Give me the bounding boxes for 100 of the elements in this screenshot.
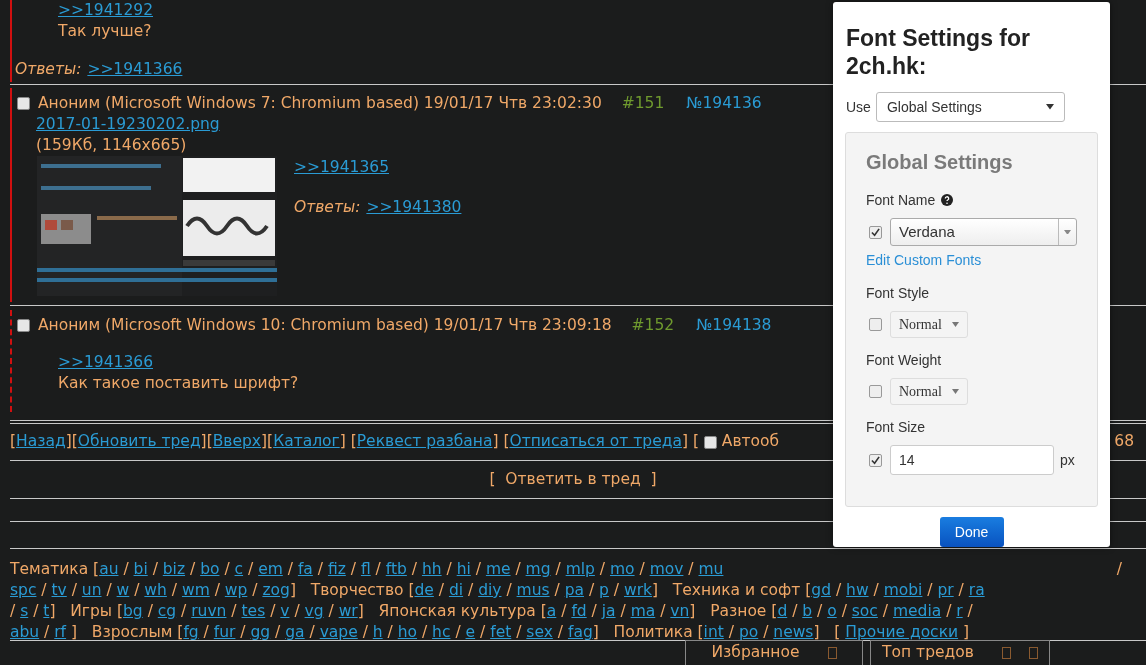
link[interactable]: v: [280, 601, 290, 622]
link[interactable]: vape: [319, 622, 358, 643]
post-id-link[interactable]: №194138: [696, 313, 772, 338]
font-size-input[interactable]: 14: [890, 445, 1054, 475]
link[interactable]: zog: [262, 580, 290, 601]
link[interactable]: gg: [250, 622, 271, 643]
checkbox[interactable]: [869, 225, 882, 239]
link[interactable]: ja: [601, 601, 616, 622]
link[interactable]: biz: [162, 559, 186, 580]
link[interactable]: wrk: [624, 580, 653, 601]
link[interactable]: fet: [490, 622, 512, 643]
link[interactable]: pa: [564, 580, 584, 601]
link[interactable]: d: [777, 601, 788, 622]
link[interactable]: po: [738, 622, 759, 643]
link[interactable]: p: [599, 580, 609, 601]
font-select[interactable]: Normal: [890, 378, 968, 405]
link[interactable]: fl: [360, 559, 371, 580]
link[interactable]: fd: [571, 601, 587, 622]
link[interactable]: de: [414, 580, 434, 601]
link[interactable]: o: [827, 601, 837, 622]
link[interactable]: fa: [297, 559, 313, 580]
link[interactable]: fg: [183, 622, 199, 643]
edit-fonts-link[interactable]: Edit Custom Fonts: [866, 250, 982, 271]
post-id-link[interactable]: №194136: [686, 91, 762, 116]
checkbox[interactable]: [869, 385, 882, 398]
quote-link[interactable]: >>1941365: [294, 157, 389, 178]
link[interactable]: vn: [670, 601, 690, 622]
link[interactable]: gd: [811, 580, 831, 601]
link[interactable]: fiz: [327, 559, 346, 580]
link[interactable]: s: [20, 601, 29, 622]
link[interactable]: mu: [698, 559, 724, 580]
link[interactable]: t: [43, 601, 50, 622]
done-button[interactable]: Done: [939, 517, 1004, 547]
square-icon[interactable]: [1028, 647, 1038, 659]
link[interactable]: ruvn: [191, 601, 227, 622]
link[interactable]: Реквест разбана: [356, 430, 493, 454]
link[interactable]: tes: [241, 601, 266, 622]
link[interactable]: tv: [51, 580, 67, 601]
link[interactable]: bi: [133, 559, 148, 580]
link[interactable]: mg: [525, 559, 551, 580]
link[interactable]: bo: [200, 559, 220, 580]
link[interactable]: media: [892, 601, 942, 622]
link[interactable]: mo: [609, 559, 635, 580]
checkbox[interactable]: [869, 453, 882, 467]
link[interactable]: hc: [432, 622, 451, 643]
link[interactable]: un: [81, 580, 102, 601]
link[interactable]: wr: [338, 601, 358, 622]
link[interactable]: mobi: [883, 580, 923, 601]
link[interactable]: ra: [968, 580, 985, 601]
link[interactable]: wh: [144, 580, 167, 601]
bottom-tab[interactable]: Избранное: [685, 640, 863, 665]
link[interactable]: sex: [526, 622, 553, 643]
link[interactable]: wp: [224, 580, 248, 601]
quote-link[interactable]: >>1941366: [58, 352, 153, 373]
link[interactable]: ga: [285, 622, 305, 643]
link[interactable]: a: [546, 601, 557, 622]
link[interactable]: au: [99, 559, 119, 580]
link[interactable]: Обновить тред: [77, 430, 201, 454]
link[interactable]: fag: [567, 622, 593, 643]
quote-link[interactable]: >>1941292: [58, 0, 153, 21]
link[interactable]: mov: [649, 559, 684, 580]
link[interactable]: mus: [516, 580, 550, 601]
link[interactable]: di: [448, 580, 464, 601]
link[interactable]: hw: [846, 580, 869, 601]
link[interactable]: cg: [157, 601, 177, 622]
link[interactable]: Прочие доски: [845, 622, 959, 643]
link[interactable]: news: [773, 622, 814, 643]
link[interactable]: pr: [937, 580, 954, 601]
link[interactable]: me: [485, 559, 511, 580]
bottom-tab[interactable]: Топ тредов: [870, 640, 1050, 665]
square-icon[interactable]: [1001, 647, 1011, 659]
checkbox[interactable]: [869, 318, 882, 331]
link[interactable]: spc: [10, 580, 37, 601]
square-icon[interactable]: [827, 647, 837, 659]
link[interactable]: int: [703, 622, 724, 643]
link[interactable]: c: [234, 559, 244, 580]
link[interactable]: bg: [123, 601, 143, 622]
link[interactable]: r: [956, 601, 963, 622]
link[interactable]: hi: [456, 559, 471, 580]
reply-link[interactable]: >>1941366: [87, 58, 183, 82]
reply-button[interactable]: [ Ответить в тред ]: [489, 467, 657, 492]
checkbox[interactable]: [17, 97, 30, 110]
link[interactable]: h: [372, 622, 383, 643]
link[interactable]: rf: [54, 622, 67, 643]
font-name-combobox[interactable]: Verdana: [890, 218, 1077, 246]
link[interactable]: ma: [630, 601, 656, 622]
help-icon[interactable]: [941, 194, 954, 206]
link[interactable]: w: [116, 580, 130, 601]
link[interactable]: Вверх: [212, 430, 262, 454]
reply-link[interactable]: >>1941380: [366, 196, 462, 220]
font-select[interactable]: Normal: [890, 311, 968, 338]
link[interactable]: mlp: [565, 559, 595, 580]
link[interactable]: em: [258, 559, 283, 580]
checkbox[interactable]: [703, 435, 717, 449]
link[interactable]: e: [465, 622, 476, 643]
link[interactable]: wm: [181, 580, 210, 601]
link[interactable]: soc: [851, 601, 878, 622]
use-select[interactable]: Global Settings: [875, 92, 1065, 122]
link[interactable]: hh: [421, 559, 442, 580]
link[interactable]: Назад: [16, 430, 66, 454]
